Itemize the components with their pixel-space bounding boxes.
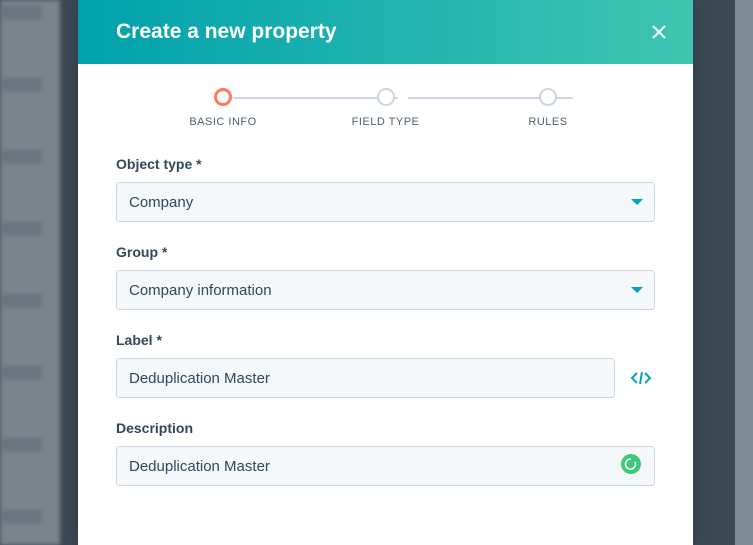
step-circle-icon <box>214 88 232 106</box>
form-body: Object type * Company Group * Company in… <box>78 128 693 508</box>
right-edge <box>735 0 753 545</box>
group-value: Company information <box>129 282 272 299</box>
group-label: Group * <box>116 244 655 260</box>
internal-name-button[interactable] <box>627 364 655 392</box>
description-input[interactable] <box>116 446 655 486</box>
step-circle-icon <box>377 88 395 106</box>
field-group: Group * Company information <box>116 244 655 310</box>
step-field-type[interactable]: FIELD TYPE <box>341 88 431 128</box>
close-button[interactable] <box>647 20 671 44</box>
modal-header: Create a new property <box>78 0 693 64</box>
close-icon <box>650 23 668 41</box>
grammarly-icon[interactable] <box>621 454 641 474</box>
step-circle-icon <box>539 88 557 106</box>
step-basic-info[interactable]: BASIC INFO <box>178 88 268 128</box>
step-rules[interactable]: RULES <box>503 88 593 128</box>
code-icon <box>629 368 653 388</box>
object-type-label: Object type * <box>116 156 655 172</box>
create-property-modal: Create a new property BASIC INFO FIELD T… <box>78 0 693 545</box>
label-field-label: Label * <box>116 332 655 348</box>
object-type-value: Company <box>129 194 193 211</box>
field-object-type: Object type * Company <box>116 156 655 222</box>
modal-title: Create a new property <box>116 20 337 44</box>
field-description: Description <box>116 420 655 486</box>
chevron-down-icon <box>631 199 643 205</box>
field-label: Label * <box>116 332 655 398</box>
step-label: BASIC INFO <box>189 116 256 128</box>
object-type-select[interactable]: Company <box>116 182 655 222</box>
group-select[interactable]: Company information <box>116 270 655 310</box>
chevron-down-icon <box>631 287 643 293</box>
stepper: BASIC INFO FIELD TYPE RULES <box>78 64 693 128</box>
label-input[interactable] <box>116 358 615 398</box>
step-label: FIELD TYPE <box>352 116 420 128</box>
description-label: Description <box>116 420 655 436</box>
step-label: RULES <box>528 116 567 128</box>
